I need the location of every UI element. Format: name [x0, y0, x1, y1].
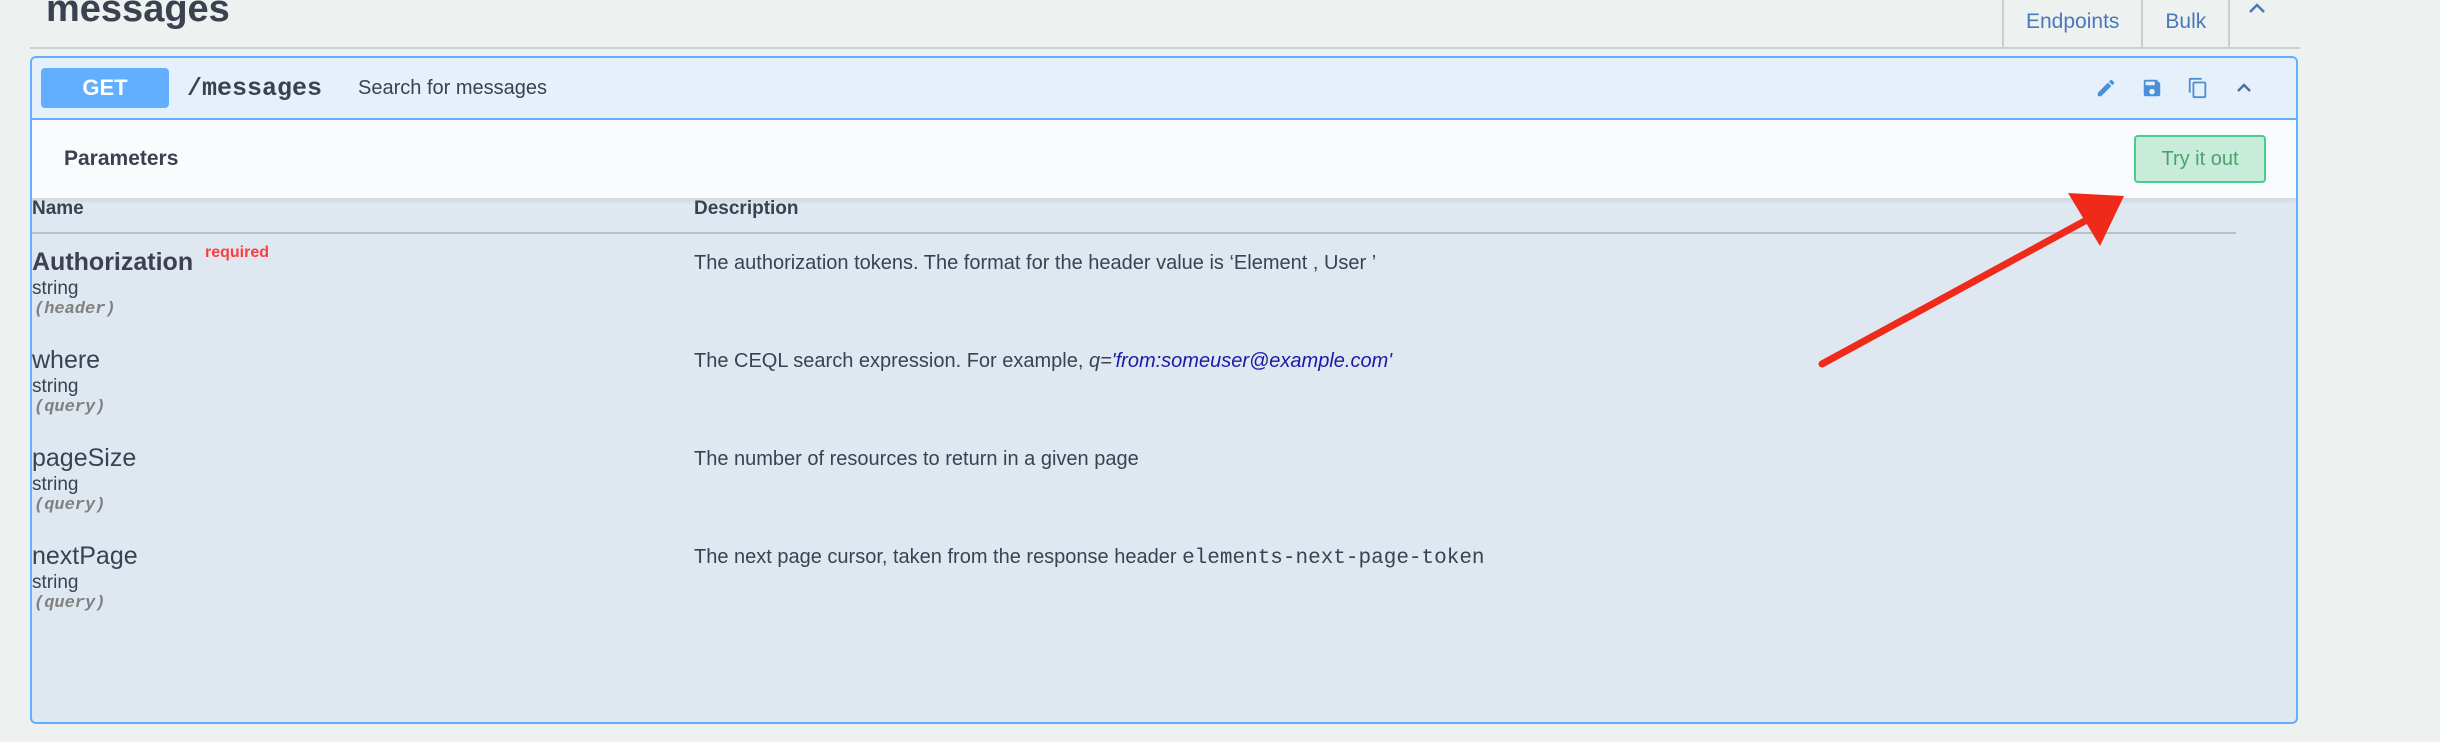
column-header-name: Name: [32, 198, 84, 219]
parameter-location: (query): [34, 594, 106, 613]
parameter-row-where: where string (query) The CEQL search exp…: [32, 332, 2236, 430]
method-badge: GET: [41, 68, 169, 108]
edit-icon[interactable]: [2094, 76, 2118, 100]
parameter-row-authorization: Authorization required string (header) T…: [32, 234, 2236, 332]
example-value: 'from:someuser@example.com': [1111, 350, 1393, 372]
parameter-row-pagesize: pageSize string (query) The number of re…: [32, 430, 2236, 528]
copy-icon[interactable]: [2186, 76, 2210, 100]
required-badge: required: [205, 244, 270, 261]
example-key: q=: [1088, 350, 1112, 372]
description-text: The CEQL search expression. For example,: [694, 350, 1089, 372]
operation-summary[interactable]: GET /messages Search for messages: [32, 58, 2296, 120]
parameter-type: string: [32, 278, 79, 299]
operation-path: /messages: [187, 73, 323, 103]
parameter-name: nextPage: [32, 542, 138, 570]
parameter-location: (query): [34, 398, 106, 417]
collapse-icon[interactable]: [2232, 76, 2256, 100]
column-header-description: Description: [694, 198, 799, 219]
parameter-row-nextpage: nextPage string (query) The next page cu…: [32, 528, 2236, 626]
parameter-name: pageSize: [32, 444, 137, 472]
parameters-title: Parameters: [64, 147, 179, 170]
tab-bulk[interactable]: Bulk: [2141, 0, 2231, 48]
tab-endpoints[interactable]: Endpoints: [2002, 0, 2141, 48]
parameters-table-header: Name Description: [32, 198, 2236, 234]
parameter-name: Authorization: [32, 248, 194, 276]
operation-actions: [2094, 58, 2256, 118]
view-tabs: Endpoints Bulk: [2002, 0, 2284, 48]
description-text: The next page cursor, taken from the res…: [694, 546, 1183, 568]
tag-title[interactable]: messages: [46, 0, 230, 31]
operation-summary-text: Search for messages: [358, 76, 548, 99]
parameter-name: where: [32, 346, 101, 374]
parameters-header: Parameters Try it out: [32, 120, 2296, 200]
parameter-location: (query): [34, 496, 106, 515]
parameter-type: string: [32, 572, 79, 593]
try-it-out-button[interactable]: Try it out: [2134, 135, 2266, 183]
parameter-location: (header): [34, 300, 116, 319]
tag-divider: [30, 47, 2300, 49]
parameter-description: The CEQL search expression. For example,…: [694, 350, 1392, 373]
header-code: elements-next-page-token: [1182, 547, 1485, 570]
parameter-type: string: [32, 474, 79, 495]
parameters-table: Name Description Authorization required …: [32, 198, 2236, 626]
parameter-description: The authorization tokens. The format for…: [694, 252, 1377, 274]
parameter-description: The next page cursor, taken from the res…: [694, 546, 1485, 570]
parameter-type: string: [32, 376, 79, 397]
collapse-tag-icon[interactable]: [2230, 0, 2284, 48]
save-icon[interactable]: [2140, 76, 2164, 100]
parameter-description: The number of resources to return in a g…: [694, 448, 1139, 470]
